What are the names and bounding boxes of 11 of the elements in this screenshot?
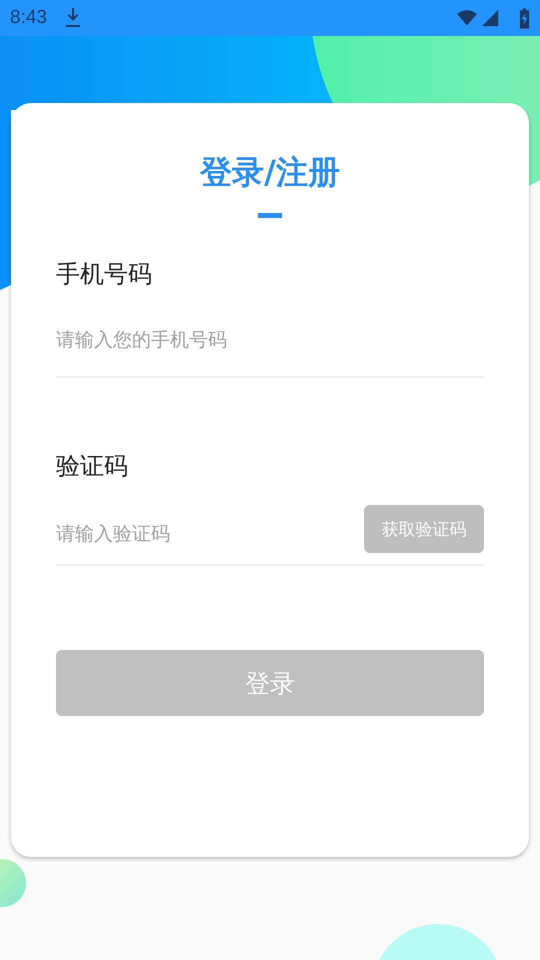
field-label: 验证码 [56, 451, 129, 482]
input-field[interactable]: 请输入您的手机号码 [56, 329, 484, 351]
signal-icon [481, 9, 501, 27]
form-title: 登录/注册 [200, 152, 340, 193]
wifi-icon [457, 9, 477, 27]
battery-icon [519, 8, 530, 28]
title-underline [258, 213, 282, 218]
field-label: 手机号码 [56, 259, 153, 290]
clock: 8:43 [10, 7, 47, 29]
download-icon [64, 8, 81, 28]
input-field[interactable]: 请输入验证码 [56, 523, 364, 545]
